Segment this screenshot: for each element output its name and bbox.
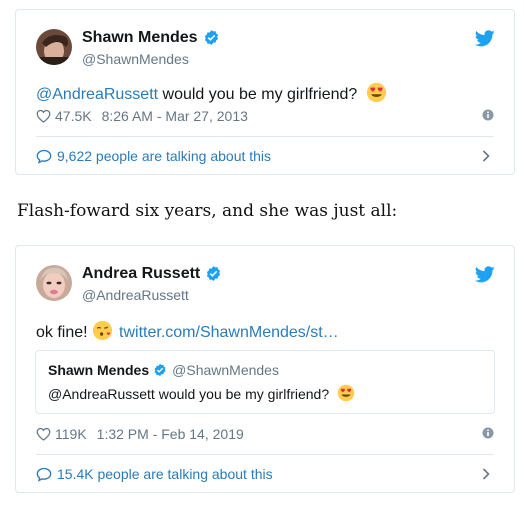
verified-badge-icon: [207, 266, 221, 281]
speech-bubble-icon: [36, 467, 52, 482]
quoted-body: @AndreaRussett would you be my girlfrien…: [48, 386, 330, 402]
talking-count[interactable]: 15.4K people are talking about this: [57, 466, 273, 482]
kissing-face-emoji: [92, 320, 113, 341]
tweet-text: @AndreaRussett would you be my girlfrien…: [36, 82, 387, 104]
heart-icon[interactable]: [36, 427, 51, 441]
info-icon[interactable]: [482, 427, 494, 439]
timestamp[interactable]: 8:26 AM - Mar 27, 2013: [102, 108, 248, 124]
tweet-body: ok fine!: [36, 324, 93, 341]
chevron-right-icon[interactable]: [482, 150, 490, 162]
verified-badge-icon: [154, 363, 166, 377]
twitter-bird-icon[interactable]: [475, 30, 495, 47]
mention-link[interactable]: @AndreaRussett: [36, 86, 158, 103]
author-handle[interactable]: @ShawnMendes: [82, 52, 220, 66]
verified-badge-icon: [204, 30, 218, 45]
author-handle[interactable]: @AndreaRussett: [82, 288, 222, 302]
speech-bubble-icon: [36, 149, 52, 164]
heart-eyes-emoji: [337, 384, 355, 402]
heart-icon[interactable]: [36, 109, 51, 123]
conversation-link[interactable]: 9,622 people are talking about this: [36, 148, 494, 164]
conversation-link[interactable]: 15.4K people are talking about this: [36, 466, 494, 482]
tweet-author[interactable]: Andrea Russett @AndreaRussett: [36, 265, 222, 302]
timestamp[interactable]: 1:32 PM - Feb 14, 2019: [97, 426, 244, 442]
divider: [36, 136, 494, 137]
author-name[interactable]: Andrea Russett: [82, 265, 200, 282]
tweet-meta: 47.5K 8:26 AM - Mar 27, 2013: [36, 108, 494, 124]
quoted-author-name[interactable]: Shawn Mendes: [48, 362, 149, 378]
tweet-card-andrea[interactable]: Andrea Russett @AndreaRussett ok fine! t…: [15, 245, 515, 493]
tweet-text: ok fine! twitter.com/ShawnMendes/st…: [36, 320, 339, 342]
info-icon[interactable]: [482, 109, 494, 121]
tweet-card-shawn[interactable]: Shawn Mendes @ShawnMendes @AndreaRussett…: [15, 9, 515, 175]
chevron-right-icon[interactable]: [482, 468, 490, 480]
divider: [36, 454, 494, 455]
quoted-tweet[interactable]: Shawn Mendes @ShawnMendes @AndreaRussett…: [35, 350, 495, 414]
tweet-link[interactable]: twitter.com/ShawnMendes/st…: [119, 324, 339, 341]
tweet-meta: 119K 1:32 PM - Feb 14, 2019: [36, 426, 494, 442]
quoted-author-handle[interactable]: @ShawnMendes: [172, 362, 279, 378]
article-caption: Flash-foward six years, and she was just…: [17, 201, 398, 221]
avatar[interactable]: [36, 29, 72, 65]
twitter-bird-icon[interactable]: [475, 266, 495, 283]
quoted-author[interactable]: Shawn Mendes @ShawnMendes: [48, 362, 279, 378]
author-name[interactable]: Shawn Mendes: [82, 29, 198, 46]
tweet-author[interactable]: Shawn Mendes @ShawnMendes: [36, 29, 220, 66]
like-count[interactable]: 119K: [55, 426, 87, 442]
tweet-body: would you be my girlfriend?: [158, 86, 358, 103]
quoted-text: @AndreaRussett would you be my girlfrien…: [48, 384, 355, 402]
avatar[interactable]: [36, 265, 72, 301]
talking-count[interactable]: 9,622 people are talking about this: [57, 148, 271, 164]
like-count[interactable]: 47.5K: [55, 108, 92, 124]
heart-eyes-emoji: [366, 82, 386, 103]
